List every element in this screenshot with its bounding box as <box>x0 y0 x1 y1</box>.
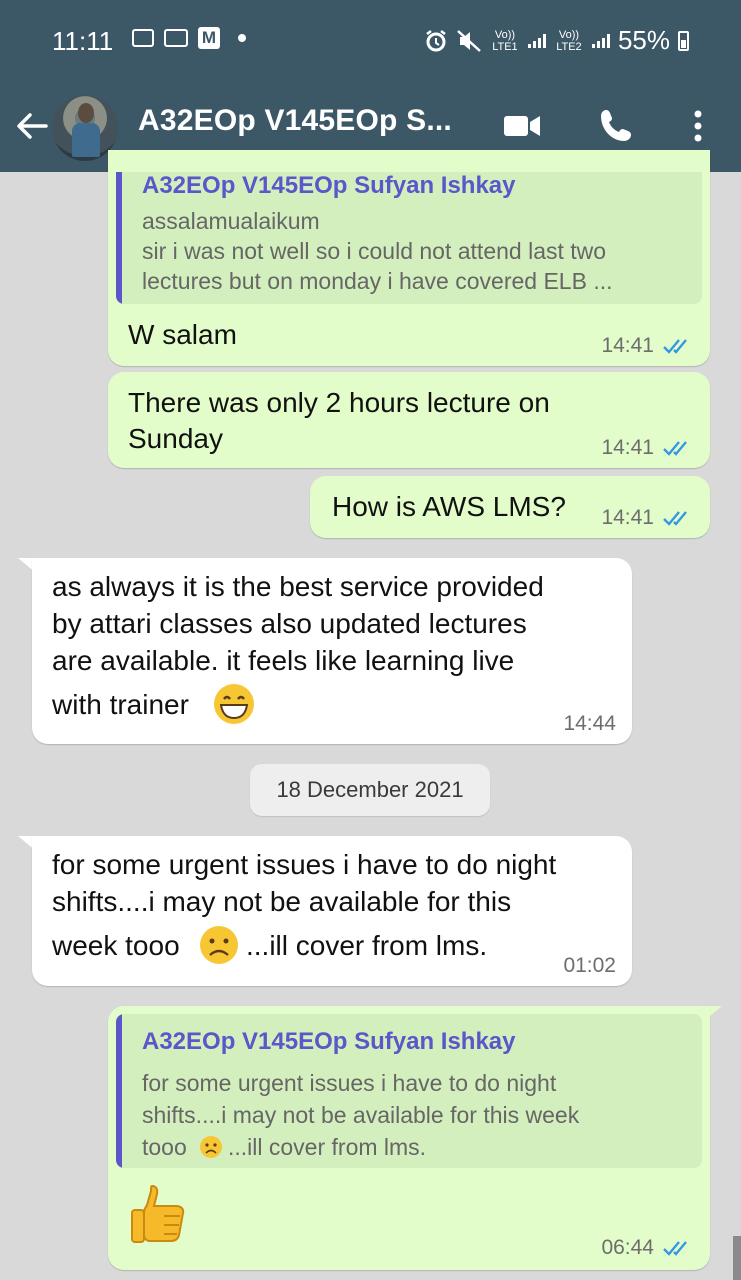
scrollbar-thumb[interactable] <box>733 1236 741 1280</box>
message-time: 14:41 <box>601 506 654 529</box>
message-text: There was only 2 hours lecture on <box>128 387 550 418</box>
message-meta: 14:41 <box>601 334 694 358</box>
read-receipt-icon <box>663 441 687 456</box>
message-meta: 06:44 <box>601 1236 694 1260</box>
message-text: for some urgent issues i have to do nigh… <box>52 849 557 880</box>
message-text: are available. it feels like learning li… <box>52 645 515 676</box>
message-bubble-outgoing[interactable]: There was only 2 hours lecture on Sunday… <box>108 372 710 468</box>
message-text: ...ill cover from lms. <box>246 930 488 961</box>
message-bubble-outgoing[interactable]: A32EOp V145EOp Sufyan Ishkay assalamuala… <box>108 150 710 366</box>
more-notifications-icon <box>238 34 246 42</box>
quote-line: tooo <box>142 1134 187 1160</box>
message-text: shifts....i may not be available for thi… <box>52 886 512 917</box>
quote-line: lectures but on monday i have covered EL… <box>142 268 613 294</box>
video-call-icon[interactable] <box>500 104 544 148</box>
contact-name[interactable]: A32EOp V145EOp S... <box>138 104 452 138</box>
quoted-message[interactable]: A32EOp V145EOp Sufyan Ishkay for some ur… <box>116 1014 702 1168</box>
battery-icon <box>678 30 689 51</box>
quote-line: for some urgent issues i have to do nigh… <box>142 1070 557 1096</box>
status-time: 11:11 <box>52 26 114 56</box>
status-bar: 11:11 M Vo)) LTE1 Vo)) LTE2 55% <box>0 0 741 80</box>
quote-accent-bar <box>116 1014 122 1168</box>
message-text: How is AWS LMS? <box>332 491 566 522</box>
quote-author: A32EOp V145EOp Sufyan Ishkay <box>142 172 516 199</box>
back-arrow-icon[interactable] <box>12 106 52 146</box>
more-vert-icon[interactable] <box>676 104 720 148</box>
message-meta: 01:02 <box>563 954 616 978</box>
network-1-label: Vo)) LTE1 <box>492 28 518 53</box>
message-bubble-outgoing[interactable]: How is AWS LMS? 14:41 <box>310 476 710 538</box>
message-meta: 14:41 <box>601 436 694 460</box>
quote-line: assalamualaikum <box>142 208 320 234</box>
quote-accent-bar <box>116 172 122 304</box>
m-app-icon: M <box>198 27 220 49</box>
message-time: 14:41 <box>601 334 654 357</box>
quote-line: shifts....i may not be available for thi… <box>142 1102 580 1128</box>
message-text: Sunday <box>128 423 223 454</box>
mute-icon <box>457 29 481 52</box>
message-text: W salam <box>128 319 237 350</box>
grinning-face-emoji <box>214 684 254 724</box>
signal-icon <box>527 33 546 48</box>
message-meta: 14:44 <box>563 712 616 736</box>
quote-line: sir i was not well so i could not attend… <box>142 238 607 264</box>
voicemail-icon <box>164 29 188 47</box>
thumbs-up-emoji <box>131 1184 185 1243</box>
network-2-label: Vo)) LTE2 <box>556 28 582 53</box>
frowning-face-emoji <box>200 926 238 964</box>
message-time: 01:02 <box>563 954 616 977</box>
quote-line: ...ill cover from lms. <box>228 1134 427 1160</box>
gallery-icon <box>132 29 154 47</box>
message-text: with trainer <box>52 689 189 720</box>
message-bubble-incoming[interactable]: as always it is the best service provide… <box>32 558 632 744</box>
quoted-message[interactable]: A32EOp V145EOp Sufyan Ishkay assalamuala… <box>116 172 702 304</box>
read-receipt-icon <box>663 339 687 354</box>
frowning-face-emoji <box>200 1136 222 1158</box>
phone-icon[interactable] <box>594 104 638 148</box>
message-meta: 14:41 <box>601 506 694 530</box>
alarm-icon <box>426 29 446 51</box>
notification-icons: M <box>132 27 246 49</box>
date-separator: 18 December 2021 <box>250 764 490 816</box>
signal-icon <box>591 33 610 48</box>
read-receipt-icon <box>663 511 687 526</box>
message-bubble-incoming[interactable]: for some urgent issues i have to do nigh… <box>32 836 632 986</box>
message-text: as always it is the best service provide… <box>52 571 544 602</box>
message-time: 06:44 <box>601 1236 654 1259</box>
message-text: week tooo <box>52 930 180 961</box>
message-time: 14:41 <box>601 436 654 459</box>
message-bubble-outgoing[interactable]: A32EOp V145EOp Sufyan Ishkay for some ur… <box>108 1006 710 1270</box>
message-text: by attari classes also updated lectures <box>52 608 527 639</box>
message-time: 14:44 <box>563 712 616 735</box>
read-receipt-icon <box>663 1241 687 1256</box>
battery-percent: 55% <box>617 25 670 55</box>
system-icons: Vo)) LTE1 Vo)) LTE2 55% <box>424 25 689 56</box>
quote-author: A32EOp V145EOp Sufyan Ishkay <box>142 1028 516 1055</box>
